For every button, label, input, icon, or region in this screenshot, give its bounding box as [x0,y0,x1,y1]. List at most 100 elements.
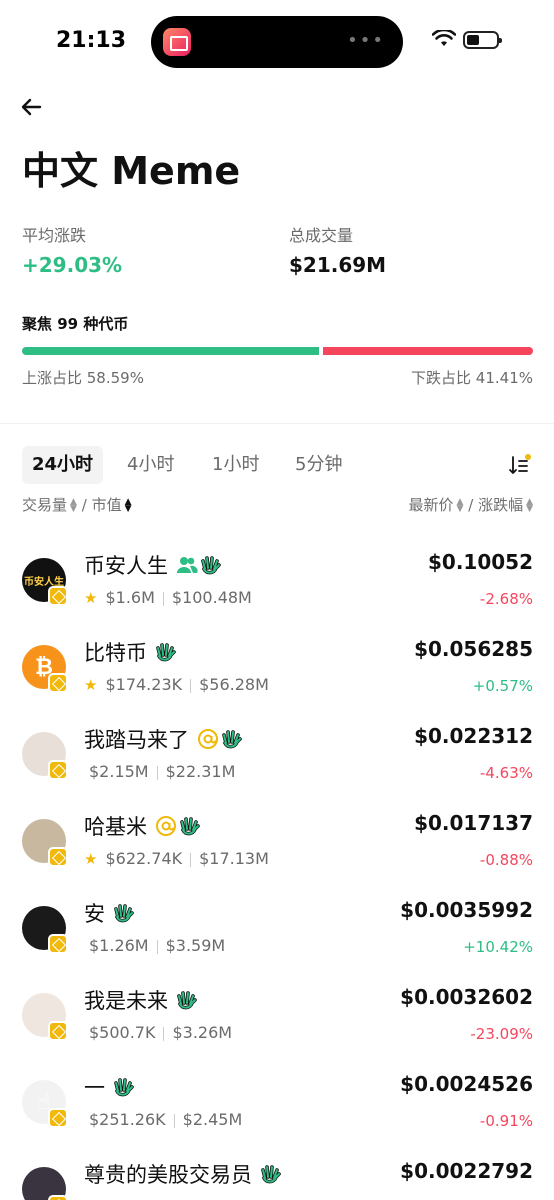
volume-label: 总成交量 [289,226,354,245]
star-icon[interactable]: ★ [84,850,97,868]
tab-1h[interactable]: 1小时 [202,446,269,484]
wave-icon [113,902,135,929]
wave-icon [113,1076,135,1103]
at-icon [155,815,177,842]
token-volume: $2.15M [89,762,149,781]
token-change: +0.57% [472,677,533,695]
token-price: $0.056285 [414,637,533,661]
token-market-cap: $17.13M [199,849,269,868]
tab-4h[interactable]: 4小时 [117,446,184,484]
token-row[interactable]: ₿ 比特币 ★ $174.23K $56.28M $0.056285 +0.57% [0,635,554,722]
avg-change-label: 平均涨跌 [22,226,87,245]
column-header-right[interactable]: 最新价 ▲ ▼ / 涨跌幅 ▲ ▼ [409,494,534,515]
token-change: -23.09% [470,1025,533,1043]
token-row[interactable]: 尊贵的美股交易员 $0.0022792 [0,1157,554,1200]
token-price: $0.10052 [427,550,533,574]
token-change: -0.91% [479,1112,533,1130]
battery-icon [463,31,502,49]
wave-icon [200,554,222,581]
token-price: $0.0024526 [400,1072,533,1096]
tab-5m[interactable]: 5分钟 [285,446,352,484]
metric-divider [162,591,164,606]
sort-toggle-icon[interactable]: ▲ ▼ [70,497,77,513]
ratio-bar-down [323,347,533,355]
section-divider [0,423,554,424]
token-change: +10.42% [463,938,533,956]
token-price: $0.022312 [414,724,533,748]
token-market-cap: $3.59M [165,936,226,955]
token-name: 币安人生 [84,550,222,581]
focus-count: 聚焦 99 种代币 [22,315,129,333]
chain-badge-icon [48,847,68,867]
token-metrics: ★ $622.74K $17.13M [84,849,269,868]
up-ratio-label: 上涨占比 58.59% [22,369,144,387]
metric-divider [163,1026,165,1041]
ratio-bar-up [22,347,320,355]
avg-change-value: +29.03% [22,253,123,277]
token-price: $0.017137 [414,811,533,835]
token-market-cap: $100.48M [171,588,252,607]
token-name: 哈基米 [84,811,201,842]
token-market-cap: $2.45M [182,1110,243,1129]
back-arrow-icon[interactable] [18,92,48,122]
chain-badge-icon [48,1108,68,1128]
token-name-text: 我踏马来了 [84,728,189,752]
token-price: $0.0032602 [400,985,533,1009]
token-metrics: $1.26M $3.59M [89,936,225,955]
chain-badge-icon [48,586,68,606]
chain-badge-icon [48,760,68,780]
dynamic-island: ••• [151,16,403,68]
metric-divider [156,765,158,780]
users-icon [176,555,198,580]
token-row[interactable]: ☝ 一 $251.26K $2.45M $0.0024526 -0.91% [0,1070,554,1157]
token-volume: $622.74K [105,849,183,868]
token-metrics: ★ $174.23K $56.28M [84,675,269,694]
column-change[interactable]: 涨跌幅 [478,496,523,514]
token-name: 比特币 [84,637,177,668]
star-icon[interactable]: ★ [84,589,97,607]
down-ratio-label: 下跌占比 41.41% [411,369,533,387]
token-name-text: 尊贵的美股交易员 [84,1163,252,1187]
chain-badge-icon [48,1021,68,1041]
column-separator: / [81,496,87,514]
token-volume: $500.7K [89,1023,156,1042]
wave-icon [155,641,177,668]
metric-divider [156,939,158,954]
star-icon[interactable]: ★ [84,676,97,694]
sort-toggle-icon[interactable]: ▲ ▼ [125,497,132,513]
token-volume: $1.26M [89,936,149,955]
token-name-text: 哈基米 [84,815,147,839]
token-name: 尊贵的美股交易员 [84,1159,282,1190]
column-volume[interactable]: 交易量 [22,496,67,514]
column-market-cap[interactable]: 市值 [92,496,122,514]
token-change: -2.68% [479,590,533,608]
token-metrics: $2.15M $22.31M [89,762,235,781]
wave-icon [176,989,198,1016]
token-row[interactable]: 我踏马来了 $2.15M $22.31M $0.022312 -4.63% [0,722,554,809]
sort-toggle-icon[interactable]: ▲ ▼ [457,497,464,513]
column-header-left[interactable]: 交易量 ▲ ▼ / 市值 ▲ ▼ [22,494,132,515]
metric-divider [173,1113,175,1128]
more-dots-icon: ••• [347,30,385,51]
token-row[interactable]: 哈基米 ★ $622.74K $17.13M $0.017137 -0.88% [0,809,554,896]
token-metrics: $500.7K $3.26M [89,1023,232,1042]
column-price[interactable]: 最新价 [409,496,454,514]
tab-24h[interactable]: 24小时 [22,446,104,484]
token-row[interactable]: 我是未来 $500.7K $3.26M $0.0032602 -23.09% [0,983,554,1070]
sort-toggle-icon[interactable]: ▲ ▼ [526,497,533,513]
ratio-bar [22,347,533,355]
token-metrics: ★ $1.6M $100.48M [84,588,252,607]
token-row[interactable]: 安 $1.26M $3.59M $0.0035992 +10.42% [0,896,554,983]
sort-icon[interactable] [508,453,532,477]
token-name: 我踏马来了 [84,724,243,755]
token-row[interactable]: 币安人生 币安人生 ★ $1.6M $100.48M $0.10052 -2.68% [0,548,554,635]
token-name-text: 一 [84,1076,105,1100]
volume-value: $21.69M [289,253,387,277]
token-metrics: $251.26K $2.45M [89,1110,242,1129]
wave-icon [179,815,201,842]
page-title: 中文 Meme [22,149,241,193]
column-separator: / [468,496,474,514]
wave-icon [260,1163,282,1190]
wave-icon [221,728,243,755]
token-market-cap: $56.28M [199,675,269,694]
